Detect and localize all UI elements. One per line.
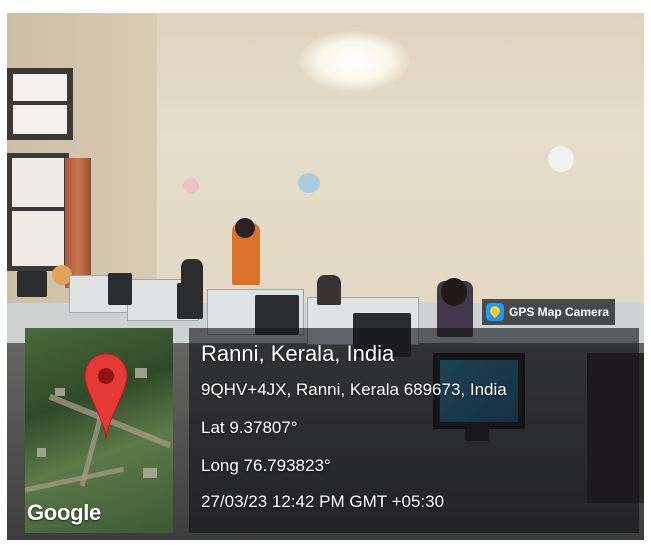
map-building xyxy=(143,468,157,478)
location-address: 9QHV+4JX, Ranni, Kerala 689673, India xyxy=(201,380,507,399)
map-pin-app-icon xyxy=(486,303,504,321)
classroom-photo: GPS Map Camera Google Ranni, Kerala, Ind… xyxy=(7,13,644,540)
ceiling-light xyxy=(299,31,409,91)
map-marker-icon xyxy=(84,353,128,441)
location-title: Ranni, Kerala, India xyxy=(201,341,395,366)
gps-map-camera-badge: GPS Map Camera xyxy=(482,299,616,325)
latitude: Lat 9.37807° xyxy=(201,418,298,437)
pink-balloon xyxy=(183,178,199,194)
seated-person xyxy=(317,275,341,305)
white-balloon xyxy=(548,146,574,172)
map-thumbnail: Google xyxy=(25,328,173,533)
photo-frame: GPS Map Camera Google Ranni, Kerala, Ind… xyxy=(0,0,651,545)
person-head xyxy=(441,278,467,306)
computer-monitor xyxy=(108,273,132,305)
google-logo: Google xyxy=(27,500,101,525)
person-head xyxy=(235,218,255,238)
map-building xyxy=(37,448,46,457)
map-road xyxy=(25,466,125,495)
computer-monitor xyxy=(17,271,47,297)
upper-window xyxy=(7,68,73,140)
map-building xyxy=(55,388,65,396)
badge-label: GPS Map Camera xyxy=(509,305,610,319)
location-info-panel: Ranni, Kerala, India 9QHV+4JX, Ranni, Ke… xyxy=(189,328,639,533)
seated-person xyxy=(181,259,203,289)
blue-balloon xyxy=(298,173,320,193)
longitude: Long 76.793823° xyxy=(201,456,331,475)
map-building xyxy=(135,368,147,378)
timestamp: 27/03/23 12:42 PM GMT +05:30 xyxy=(201,492,445,511)
lower-window xyxy=(7,153,69,271)
